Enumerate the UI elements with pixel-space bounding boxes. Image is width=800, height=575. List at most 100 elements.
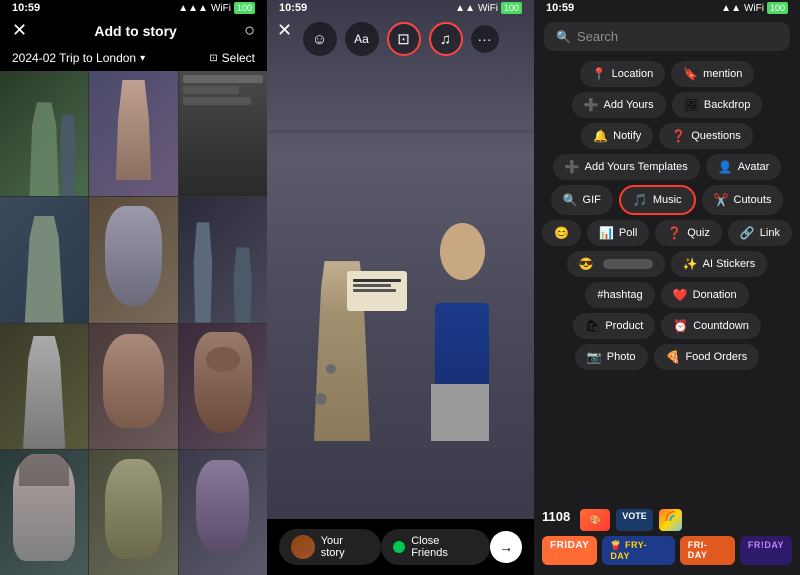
avatar-sticker[interactable]: 👤 Avatar [706,154,782,180]
bottom-sticker-row-2: FRIDAY 🍟 FRY-DAY FRI-DAY FR!DAY [542,536,792,565]
photo-cell-8[interactable] [89,324,177,449]
photo-cell-9[interactable] [179,324,267,449]
gif-label: GIF [583,194,601,206]
countdown-sticker[interactable]: ⏰ Countdown [661,313,761,339]
signal-icon-2: ▲▲ [455,3,475,14]
panel1-nav: ✕ Add to story ○ [0,16,267,47]
emoji2-sticker[interactable]: 😎 [567,251,665,277]
music-sticker[interactable]: 🎵 Music [619,185,696,215]
avatar-label: Avatar [738,161,770,173]
chevron-down-icon: ▾ [140,53,145,64]
photo-sticker[interactable]: 📷 Photo [575,344,648,370]
add-yours-sticker[interactable]: ➕ Add Yours [572,92,666,118]
music-tool-button[interactable]: ♫ [429,22,463,56]
add-yours-templates-icon: ➕ [565,160,580,174]
album-selector[interactable]: 2024-02 Trip to London ▾ [12,51,145,65]
countdown-label: Countdown [693,320,749,332]
quiz-icon: ❓ [667,226,682,240]
mention-sticker[interactable]: 🔖 mention [671,61,754,87]
sticker-row-7: 😎 ✨ AI Stickers [542,251,792,277]
more-tool-button[interactable]: ··· [471,25,499,53]
search-input[interactable]: Search [577,29,618,44]
sticker-row-9: 🛍 Product ⏰ Countdown [542,313,792,339]
avatar-icon: 👤 [718,160,733,174]
story-bottom-controls: Your story Close Friends → [267,519,534,575]
music-label: Music [653,194,682,206]
status-time-1: 10:59 [12,2,40,14]
hashtag-label: #hashtag [597,289,642,301]
cutouts-sticker[interactable]: ✂️ Cutouts [702,185,784,215]
fri-day-sticker[interactable]: FRI-DAY [680,536,735,565]
emoji-sticker[interactable]: 😊 [542,220,581,246]
your-story-label: Your story [321,535,370,559]
location-icon: 📍 [592,67,607,81]
photo-cell-10[interactable] [0,450,88,575]
quiz-sticker[interactable]: ❓ Quiz [655,220,722,246]
photo-cell-6[interactable] [179,197,267,322]
ai-stickers-label: AI Stickers [703,258,756,270]
notify-label: Notify [613,130,641,142]
donation-sticker[interactable]: ❤️ Donation [661,282,749,308]
ai-stickers-sticker[interactable]: ✨ AI Stickers [671,251,768,277]
notify-sticker[interactable]: 🔔 Notify [581,123,653,149]
backdrop-sticker[interactable]: 🖼 Backdrop [672,92,763,118]
photo-cell-4[interactable] [0,197,88,322]
add-yours-icon: ➕ [584,98,599,112]
link-icon: 🔗 [740,226,755,240]
sticker-search-bar[interactable]: 🔍 Search [544,22,790,51]
sticker-row-6: 😊 📊 Poll ❓ Quiz 🔗 Link [542,220,792,246]
close-button-2[interactable]: ✕ [277,20,292,41]
gif-sticker[interactable]: 🔍 GIF [551,185,613,215]
photo-cell-2[interactable] [89,71,177,196]
photo-cell-5[interactable] [89,197,177,322]
text-tool-button[interactable]: Aa [345,22,379,56]
vote-sticker-element: VOTE [616,509,653,531]
fry-day-sticker[interactable]: 🍟 FRY-DAY [602,536,674,565]
photo-cell-11[interactable] [89,450,177,575]
sticker-tool-button[interactable]: ⊡ [387,22,421,56]
bottom-sticker-row-1: 1108 🎨 VOTE 🌈 [542,509,792,531]
sticker-row-4: ➕ Add Yours Templates 👤 Avatar [542,154,792,180]
add-yours-templates-sticker[interactable]: ➕ Add Yours Templates [553,154,700,180]
poll-icon: 📊 [599,226,614,240]
close-friends-label: Close Friends [411,535,478,559]
face-tool-button[interactable]: ☺ [303,22,337,56]
search-icon: 🔍 [556,30,571,44]
backdrop-icon: 🖼 [684,98,699,112]
more-icon-1[interactable]: ○ [244,20,255,41]
friday2-sticker[interactable]: FR!DAY [740,536,792,565]
sticker-row-1: 📍 Location 🔖 mention [542,61,792,87]
poll-sticker[interactable]: 📊 Poll [587,220,649,246]
sticker-picker-panel: 10:59 ▲▲ WiFi 100 🔍 Search 📍 Location 🔖 … [534,0,800,575]
product-icon: 🛍 [585,319,600,333]
close-friends-dot [393,541,405,553]
status-bar-1: 10:59 ▲▲▲ WiFi 100 [0,0,267,16]
photo-cell-1[interactable] [0,71,88,196]
photo-cell-12[interactable] [179,450,267,575]
close-friends-button[interactable]: Close Friends [381,529,490,565]
sticker-row-8: #hashtag ❤️ Donation [542,282,792,308]
sticker-grid: 📍 Location 🔖 mention ➕ Add Yours 🖼 Backd… [534,57,800,503]
photo-grid [0,71,267,575]
photo-cell-7[interactable] [0,324,88,449]
share-button[interactable]: → [490,531,522,563]
hashtag-sticker[interactable]: #hashtag [585,282,654,308]
link-sticker[interactable]: 🔗 Link [728,220,792,246]
location-sticker[interactable]: 📍 Location [580,61,666,87]
photo-cell-3[interactable] [179,71,267,196]
battery-icon-3: 100 [767,2,788,14]
food-orders-icon: 🍕 [666,350,681,364]
wifi-icon-3: WiFi [744,3,764,14]
select-button[interactable]: ⊡ Select [209,51,255,65]
food-orders-sticker[interactable]: 🍕 Food Orders [654,344,760,370]
cutouts-label: Cutouts [734,194,772,206]
friday-sticker[interactable]: FRIDAY [542,536,597,565]
mention-icon: 🔖 [683,67,698,81]
questions-sticker[interactable]: ❓ Questions [659,123,752,149]
notify-icon: 🔔 [593,129,608,143]
ai-stickers-icon: ✨ [683,257,698,271]
your-story-button[interactable]: Your story [279,529,381,565]
sticker-row-10: 📷 Photo 🍕 Food Orders [542,344,792,370]
product-sticker[interactable]: 🛍 Product [573,313,655,339]
close-button-1[interactable]: ✕ [12,20,27,41]
